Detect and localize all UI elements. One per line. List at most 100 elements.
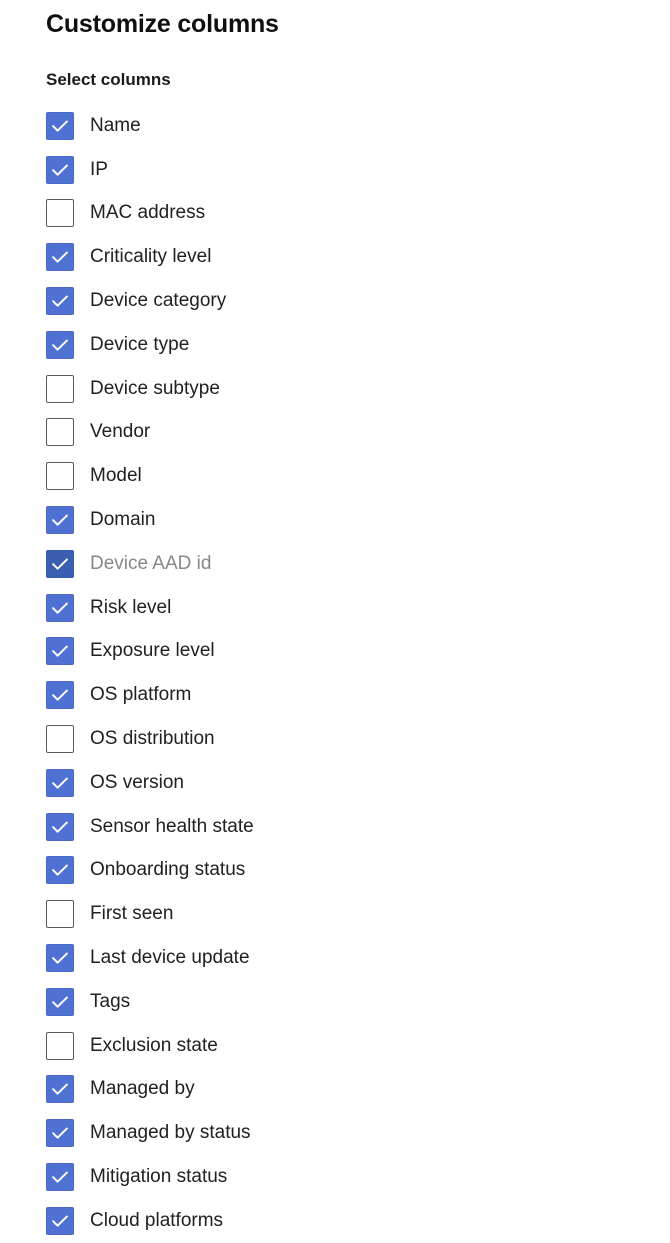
column-label: Device subtype [90, 377, 220, 399]
column-checkbox[interactable] [46, 593, 74, 622]
column-checkbox[interactable] [46, 199, 74, 228]
column-label: IP [90, 158, 108, 180]
column-row[interactable]: Cloud platforms [0, 1199, 670, 1243]
column-row[interactable]: Domain [0, 498, 670, 542]
column-label: Sensor health state [90, 815, 254, 837]
column-label: Model [90, 465, 142, 487]
column-checkbox[interactable] [46, 462, 74, 491]
column-row[interactable]: Tags [0, 980, 670, 1024]
column-row[interactable]: MAC address [0, 192, 670, 236]
column-checkbox[interactable] [46, 1163, 74, 1192]
column-row[interactable]: OS distribution [0, 717, 670, 761]
column-row[interactable]: Exclusion state [0, 1024, 670, 1068]
checkmark-icon [52, 689, 68, 701]
column-checkbox[interactable] [46, 725, 74, 754]
checkmark-icon [52, 952, 68, 964]
column-row[interactable]: Managed by status [0, 1111, 670, 1155]
checkmark-icon [52, 1171, 68, 1183]
column-label: Onboarding status [90, 859, 246, 881]
column-checkbox[interactable] [46, 681, 74, 710]
column-checkbox[interactable] [46, 155, 74, 184]
column-row: Device AAD id [0, 542, 670, 586]
column-row[interactable]: Sensor health state [0, 805, 670, 849]
column-label: Last device update [90, 947, 250, 969]
column-checkbox[interactable] [46, 987, 74, 1016]
column-checkbox[interactable] [46, 900, 74, 929]
column-row[interactable]: Last device update [0, 936, 670, 980]
checkmark-icon [52, 602, 68, 614]
column-label: Tags [90, 990, 131, 1012]
customize-columns-panel: Customize columns Select columns Name IP M… [0, 0, 670, 1238]
column-row[interactable]: Criticality level [0, 235, 670, 279]
column-label: Exposure level [90, 640, 215, 662]
column-checkbox[interactable] [46, 374, 74, 403]
column-label: MAC address [90, 202, 206, 224]
column-checkbox[interactable] [46, 768, 74, 797]
checkmark-icon [52, 996, 68, 1008]
column-row[interactable]: Managed by [0, 1068, 670, 1112]
column-label: Device category [90, 290, 227, 312]
column-label: First seen [90, 903, 174, 925]
column-label: Exclusion state [90, 1034, 218, 1056]
column-label: OS version [90, 771, 184, 793]
column-label: Name [90, 114, 141, 136]
column-row[interactable]: OS platform [0, 673, 670, 717]
column-checkbox [46, 549, 74, 578]
column-label: Risk level [90, 596, 172, 618]
checkmark-icon [52, 1083, 68, 1096]
column-row[interactable]: OS version [0, 761, 670, 805]
column-checkbox[interactable] [46, 1075, 74, 1104]
checkmark-icon [52, 120, 68, 132]
column-label: Criticality level [90, 246, 212, 268]
column-label: OS platform [90, 684, 192, 706]
column-label: Mitigation status [90, 1166, 228, 1188]
checkmark-icon [52, 295, 68, 307]
column-checkbox[interactable] [46, 944, 74, 973]
column-checkbox[interactable] [46, 330, 74, 359]
column-row[interactable]: Model [0, 454, 670, 498]
checkmark-icon [52, 646, 68, 658]
column-checkbox[interactable] [46, 856, 74, 885]
column-checkbox[interactable] [46, 111, 74, 140]
column-row[interactable]: Device category [0, 279, 670, 323]
column-label: Device type [90, 333, 190, 355]
column-label: Device AAD id [90, 552, 212, 574]
column-checkbox[interactable] [46, 1031, 74, 1060]
column-checkbox[interactable] [46, 812, 74, 841]
column-checkbox[interactable] [46, 287, 74, 316]
column-label: Cloud platforms [90, 1209, 224, 1231]
column-checkbox[interactable] [46, 1119, 74, 1148]
checkmark-icon [52, 514, 68, 526]
column-label: Domain [90, 509, 156, 531]
column-checkbox[interactable] [46, 506, 74, 535]
column-label: Managed by [90, 1078, 195, 1100]
checkmark-icon [52, 164, 68, 176]
column-checkbox[interactable] [46, 243, 74, 272]
column-row[interactable]: First seen [0, 892, 670, 936]
checkmark-icon [52, 1127, 68, 1139]
column-row[interactable]: Exposure level [0, 630, 670, 674]
checkmark-icon [52, 865, 68, 877]
column-checkbox[interactable] [46, 1206, 74, 1235]
checkmark-icon [52, 777, 68, 789]
checkmark-icon [52, 251, 68, 263]
checkmark-icon [52, 1215, 68, 1227]
select-columns-label: Select columns [46, 70, 171, 89]
column-checkbox[interactable] [46, 418, 74, 447]
column-checkbox-list: Name IP MAC address Criticality level Device… [0, 104, 670, 1243]
checkmark-icon [52, 558, 68, 570]
page-title: Customize columns [46, 10, 279, 38]
checkmark-icon [52, 339, 68, 351]
column-label: Managed by status [90, 1122, 251, 1144]
column-row[interactable]: Device subtype [0, 367, 670, 411]
column-checkbox[interactable] [46, 637, 74, 666]
column-row[interactable]: Name [0, 104, 670, 148]
column-row[interactable]: Device type [0, 323, 670, 367]
column-row[interactable]: Onboarding status [0, 849, 670, 893]
column-label: OS distribution [90, 728, 215, 750]
column-row[interactable]: IP [0, 148, 670, 192]
column-row[interactable]: Mitigation status [0, 1155, 670, 1199]
column-label: Vendor [90, 421, 151, 443]
column-row[interactable]: Vendor [0, 411, 670, 455]
column-row[interactable]: Risk level [0, 586, 670, 630]
